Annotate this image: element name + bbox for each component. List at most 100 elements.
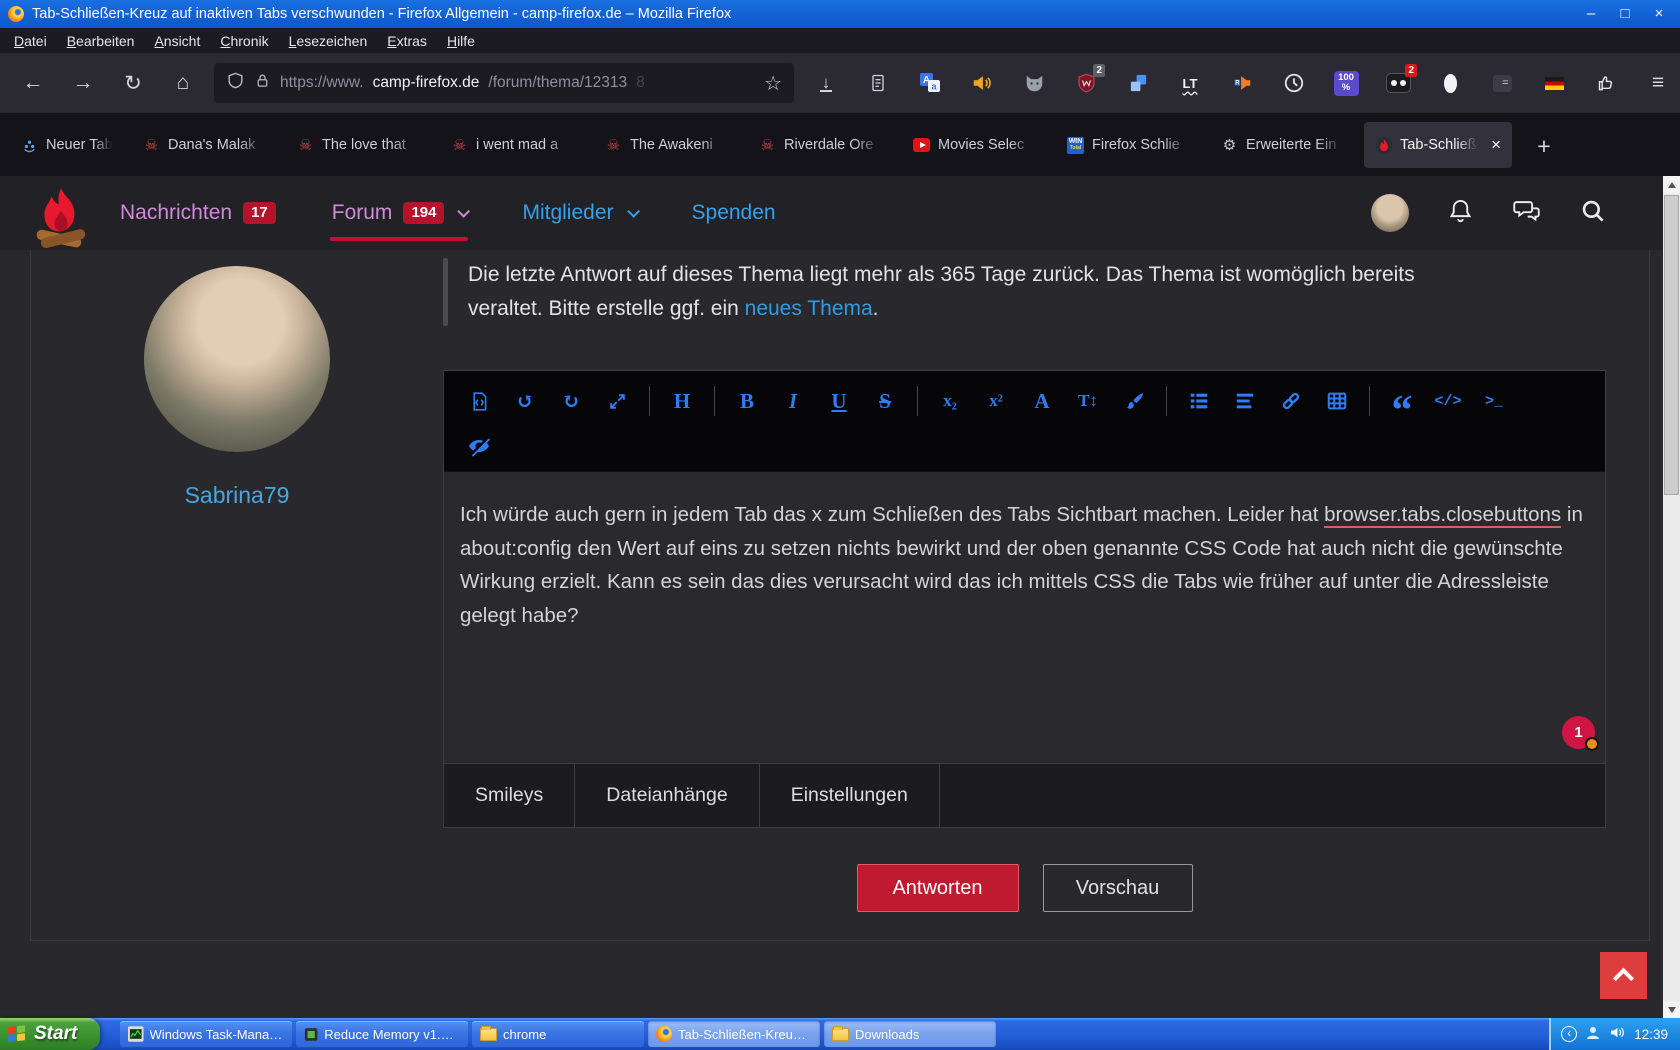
italic-icon[interactable]: I bbox=[770, 383, 816, 419]
author-username[interactable]: Sabrina79 bbox=[31, 482, 443, 509]
tray-volume-icon[interactable] bbox=[1609, 1025, 1626, 1043]
taskbtn-reduce-memory[interactable]: Reduce Memory v1.6 -... bbox=[296, 1021, 468, 1047]
taskbtn-chrome-folder[interactable]: chrome bbox=[472, 1021, 644, 1047]
tab-movies-select[interactable]: Movies Selec bbox=[902, 122, 1050, 168]
scrollbar-thumb[interactable] bbox=[1664, 195, 1679, 495]
volume-icon[interactable] bbox=[968, 69, 996, 97]
inline-code-icon[interactable]: </> bbox=[1425, 383, 1471, 419]
tab-danas-malak[interactable]: ☠ Dana's Malak bbox=[132, 122, 280, 168]
tab-the-awakening[interactable]: ☠ The Awakeni bbox=[594, 122, 742, 168]
tray-user-icon[interactable] bbox=[1585, 1025, 1601, 1044]
home-icon[interactable]: ⌂ bbox=[162, 64, 204, 102]
tab-close-icon[interactable]: × bbox=[1489, 135, 1501, 155]
taskbtn-firefox[interactable]: Tab-Schließen-Kreuz a... bbox=[648, 1021, 820, 1047]
chat-bubbles-icon[interactable] bbox=[1512, 197, 1541, 229]
close-button[interactable]: × bbox=[1642, 0, 1676, 28]
url-bar[interactable]: https://www.camp-firefox.de/forum/thema/… bbox=[214, 63, 794, 103]
shield-permissions-icon[interactable] bbox=[226, 71, 245, 95]
undo-icon[interactable]: ↺ bbox=[502, 383, 548, 419]
translate-icon[interactable]: Aa bbox=[916, 69, 944, 97]
nav-forum[interactable]: Forum 194 bbox=[332, 193, 467, 233]
heading-icon[interactable]: H bbox=[659, 383, 705, 419]
menu-extras[interactable]: Extras bbox=[377, 31, 437, 51]
reload-icon[interactable]: ↻ bbox=[112, 64, 154, 102]
sidebar-icon[interactable]: = bbox=[1488, 69, 1516, 97]
tab-riverdale[interactable]: ☠ Riverdale Ore bbox=[748, 122, 896, 168]
scroll-to-top-button[interactable] bbox=[1600, 952, 1647, 999]
reader-mode-icon[interactable] bbox=[864, 69, 892, 97]
downloads-icon[interactable]: ↓ bbox=[812, 69, 840, 97]
antworten-button[interactable]: Antworten bbox=[857, 864, 1019, 912]
tab-erweiterte-einstellungen[interactable]: ⚙ Erweiterte Ein bbox=[1210, 122, 1358, 168]
tab-the-love-that[interactable]: ☠ The love that bbox=[286, 122, 434, 168]
menu-ansicht[interactable]: Ansicht bbox=[144, 31, 210, 51]
spoiler-eye-slash-icon[interactable] bbox=[456, 428, 502, 464]
blockquote-icon[interactable]: “ bbox=[1379, 383, 1425, 419]
nav-mitglieder[interactable]: Mitglieder bbox=[522, 193, 635, 233]
subscript-icon[interactable]: x₂ bbox=[927, 383, 973, 419]
menu-datei[interactable]: Datei bbox=[4, 31, 57, 51]
underline-icon[interactable]: U bbox=[816, 383, 862, 419]
remove-format-brush-icon[interactable] bbox=[1111, 383, 1157, 419]
tab-neuer-tab[interactable]: Neuer Tab bbox=[10, 122, 126, 168]
forward-icon[interactable]: → bbox=[62, 64, 104, 102]
taskbtn-task-manager[interactable]: Windows Task-Manager bbox=[120, 1021, 292, 1047]
scrollbar-up-arrow[interactable] bbox=[1663, 176, 1680, 193]
bookmark-star-icon[interactable]: ☆ bbox=[764, 71, 782, 96]
menu-chronik[interactable]: Chronik bbox=[210, 31, 278, 51]
search-icon[interactable] bbox=[1579, 197, 1606, 229]
maximize-editor-icon[interactable] bbox=[594, 383, 640, 419]
vorschau-button[interactable]: Vorschau bbox=[1043, 864, 1193, 912]
cat-icon[interactable] bbox=[1020, 69, 1048, 97]
scrollbar-down-arrow[interactable] bbox=[1663, 1001, 1680, 1018]
tab-tab-schliessen-active[interactable]: Tab-Schließ × bbox=[1364, 122, 1512, 168]
new-tab-button[interactable]: + bbox=[1526, 128, 1562, 164]
history-clock-icon[interactable] bbox=[1280, 69, 1308, 97]
tab-i-went-mad[interactable]: ☠ i went mad a bbox=[440, 122, 588, 168]
window-tiles-icon[interactable] bbox=[1124, 69, 1152, 97]
tab-dateianhaenge[interactable]: Dateianhänge bbox=[575, 764, 759, 827]
campfire-logo[interactable] bbox=[30, 184, 92, 256]
start-button[interactable]: Start bbox=[0, 1018, 100, 1050]
link-icon[interactable] bbox=[1268, 383, 1314, 419]
tab-firefox-schliessen[interactable]: WINTotal Firefox Schlie bbox=[1056, 122, 1204, 168]
menu-bearbeiten[interactable]: Bearbeiten bbox=[57, 31, 145, 51]
maximize-button[interactable]: □ bbox=[1608, 0, 1642, 28]
back-icon[interactable]: ← bbox=[12, 64, 54, 102]
bullet-list-icon[interactable] bbox=[1176, 383, 1222, 419]
tab-smileys[interactable]: Smileys bbox=[444, 764, 575, 827]
notifications-bell-icon[interactable] bbox=[1447, 197, 1474, 229]
languagetool-icon[interactable]: LT bbox=[1176, 69, 1204, 97]
percent-100-icon[interactable]: 100% bbox=[1332, 69, 1360, 97]
tracker-oval-icon[interactable] bbox=[1436, 69, 1464, 97]
sound-booster-icon[interactable]: R bbox=[1228, 69, 1256, 97]
font-size-icon[interactable]: T↕ bbox=[1065, 383, 1111, 419]
menu-lesezeichen[interactable]: Lesezeichen bbox=[279, 31, 378, 51]
minimize-button[interactable]: – bbox=[1574, 0, 1608, 28]
nav-spenden[interactable]: Spenden bbox=[692, 193, 776, 233]
tab-einstellungen[interactable]: Einstellungen bbox=[760, 764, 940, 827]
shield-extension-icon[interactable]: 2 bbox=[1072, 69, 1100, 97]
redo-icon[interactable]: ↻ bbox=[548, 383, 594, 419]
user-avatar[interactable] bbox=[1371, 194, 1409, 232]
lock-icon[interactable] bbox=[254, 72, 271, 94]
align-icon[interactable] bbox=[1222, 383, 1268, 419]
source-code-icon[interactable] bbox=[456, 383, 502, 419]
draft-count-badge[interactable]: 1 bbox=[1562, 716, 1595, 749]
tray-collapse-chevron-icon[interactable]: ‹ bbox=[1561, 1026, 1577, 1042]
table-icon[interactable] bbox=[1314, 383, 1360, 419]
neues-thema-link[interactable]: neues Thema bbox=[745, 297, 873, 320]
code-block-icon[interactable]: >_ bbox=[1471, 383, 1517, 419]
thumb-gesture-icon[interactable] bbox=[1592, 69, 1620, 97]
superscript-icon[interactable]: x² bbox=[973, 383, 1019, 419]
menu-hilfe[interactable]: Hilfe bbox=[437, 31, 485, 51]
font-color-icon[interactable]: A bbox=[1019, 383, 1065, 419]
binoculars-icon[interactable]: 2 bbox=[1384, 69, 1412, 97]
hamburger-menu-icon[interactable]: ≡ bbox=[1644, 69, 1672, 97]
page-scrollbar[interactable] bbox=[1663, 176, 1680, 1018]
strikethrough-icon[interactable]: S bbox=[862, 383, 908, 419]
author-avatar[interactable] bbox=[144, 266, 330, 452]
bold-icon[interactable]: B bbox=[724, 383, 770, 419]
taskbtn-downloads[interactable]: Downloads bbox=[824, 1021, 996, 1047]
editor-textarea[interactable]: Ich würde auch gern in jedem Tab das x z… bbox=[444, 471, 1605, 763]
